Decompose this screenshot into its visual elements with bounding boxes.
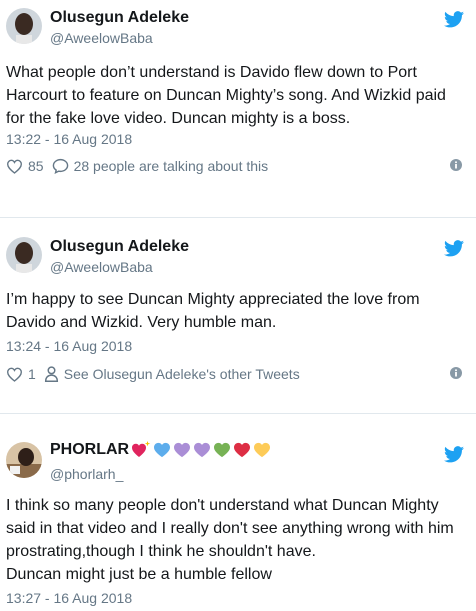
other-tweets-link[interactable]: See Olusegun Adeleke's other Tweets: [44, 366, 300, 382]
heart-icon: [6, 367, 23, 382]
tweet-timestamp[interactable]: 13:22 - 16 Aug 2018: [6, 131, 132, 147]
info-icon[interactable]: [450, 367, 462, 379]
like-count: 1: [28, 366, 36, 382]
twitter-bird-icon[interactable]: [444, 11, 464, 28]
name-emojis: [131, 441, 273, 459]
tweet-actions: 85 28 people are talking about this: [6, 156, 276, 176]
tweet-card-3: PHORLAR @phorlarh_ I think so many peopl…: [0, 424, 476, 611]
other-tweets-label: See Olusegun Adeleke's other Tweets: [63, 366, 300, 382]
tweet-text: I think so many people don't understand …: [6, 494, 470, 586]
author-name[interactable]: PHORLAR: [50, 441, 273, 459]
heart-icon: [6, 159, 23, 174]
tweet-text-line: said in that video and I really don't se…: [6, 520, 454, 537]
tweet-text-line: I think so many people don't understand …: [6, 497, 439, 514]
tweet-timestamp[interactable]: 13:24 - 16 Aug 2018: [6, 338, 132, 354]
person-icon: [44, 366, 58, 382]
tweet-card-1: Olusegun Adeleke @AweelowBaba What peopl…: [0, 0, 476, 204]
tweet-timestamp[interactable]: 13:27 - 16 Aug 2018: [6, 590, 132, 606]
tweet-text-line: prostrating,though I think he shouldn't …: [6, 543, 316, 560]
author-handle[interactable]: @AweelowBaba: [50, 259, 153, 275]
twitter-bird-icon[interactable]: [444, 240, 464, 257]
like-button[interactable]: 1: [6, 366, 36, 382]
purple-heart-icon: [174, 442, 191, 458]
conversation-link[interactable]: 28 people are talking about this: [52, 158, 269, 174]
green-heart-icon: [214, 442, 231, 458]
author-name[interactable]: Olusegun Adeleke: [50, 238, 189, 256]
divider: [0, 413, 476, 414]
purple-heart-icon: [194, 442, 211, 458]
red-heart-icon: [234, 442, 251, 458]
divider: [0, 217, 476, 218]
avatar[interactable]: [6, 237, 42, 273]
twitter-bird-icon[interactable]: [444, 446, 464, 463]
conversation-label: 28 people are talking about this: [73, 158, 269, 174]
author-handle[interactable]: @AweelowBaba: [50, 30, 153, 46]
tweet-text-line: Duncan might just be a humble fellow: [6, 566, 272, 583]
author-handle[interactable]: @phorlarh_: [50, 466, 123, 482]
tweet-text-line: I’m happy to see Duncan Mighty appreciat…: [6, 291, 420, 308]
like-count: 85: [28, 158, 44, 174]
tweet-text-line: What people don’t understand is Davido f…: [6, 64, 417, 81]
tweet-text: I’m happy to see Duncan Mighty appreciat…: [6, 288, 470, 334]
avatar[interactable]: [6, 442, 42, 478]
tweet-card-2: Olusegun Adeleke @AweelowBaba I’m happy …: [0, 228, 476, 403]
sparkling-heart-icon: [132, 441, 151, 457]
like-button[interactable]: 85: [6, 158, 44, 174]
info-icon[interactable]: [450, 159, 462, 171]
tweet-text-line: Harcourt to feature on Duncan Mighty’s s…: [6, 87, 446, 104]
avatar[interactable]: [6, 8, 42, 44]
yellow-heart-icon: [254, 442, 271, 458]
tweet-text-line: Davido and Wizkid. Very humble man.: [6, 314, 277, 331]
tweet-text: What people don’t understand is Davido f…: [6, 61, 470, 130]
blue-heart-icon: [154, 442, 171, 458]
author-name-text: PHORLAR: [50, 441, 130, 458]
tweet-actions: 1 See Olusegun Adeleke's other Tweets: [6, 364, 308, 384]
tweet-text-line: for the fake love video. Duncan mighty i…: [6, 110, 351, 127]
reply-bubble-icon: [52, 158, 68, 174]
author-name[interactable]: Olusegun Adeleke: [50, 9, 189, 27]
